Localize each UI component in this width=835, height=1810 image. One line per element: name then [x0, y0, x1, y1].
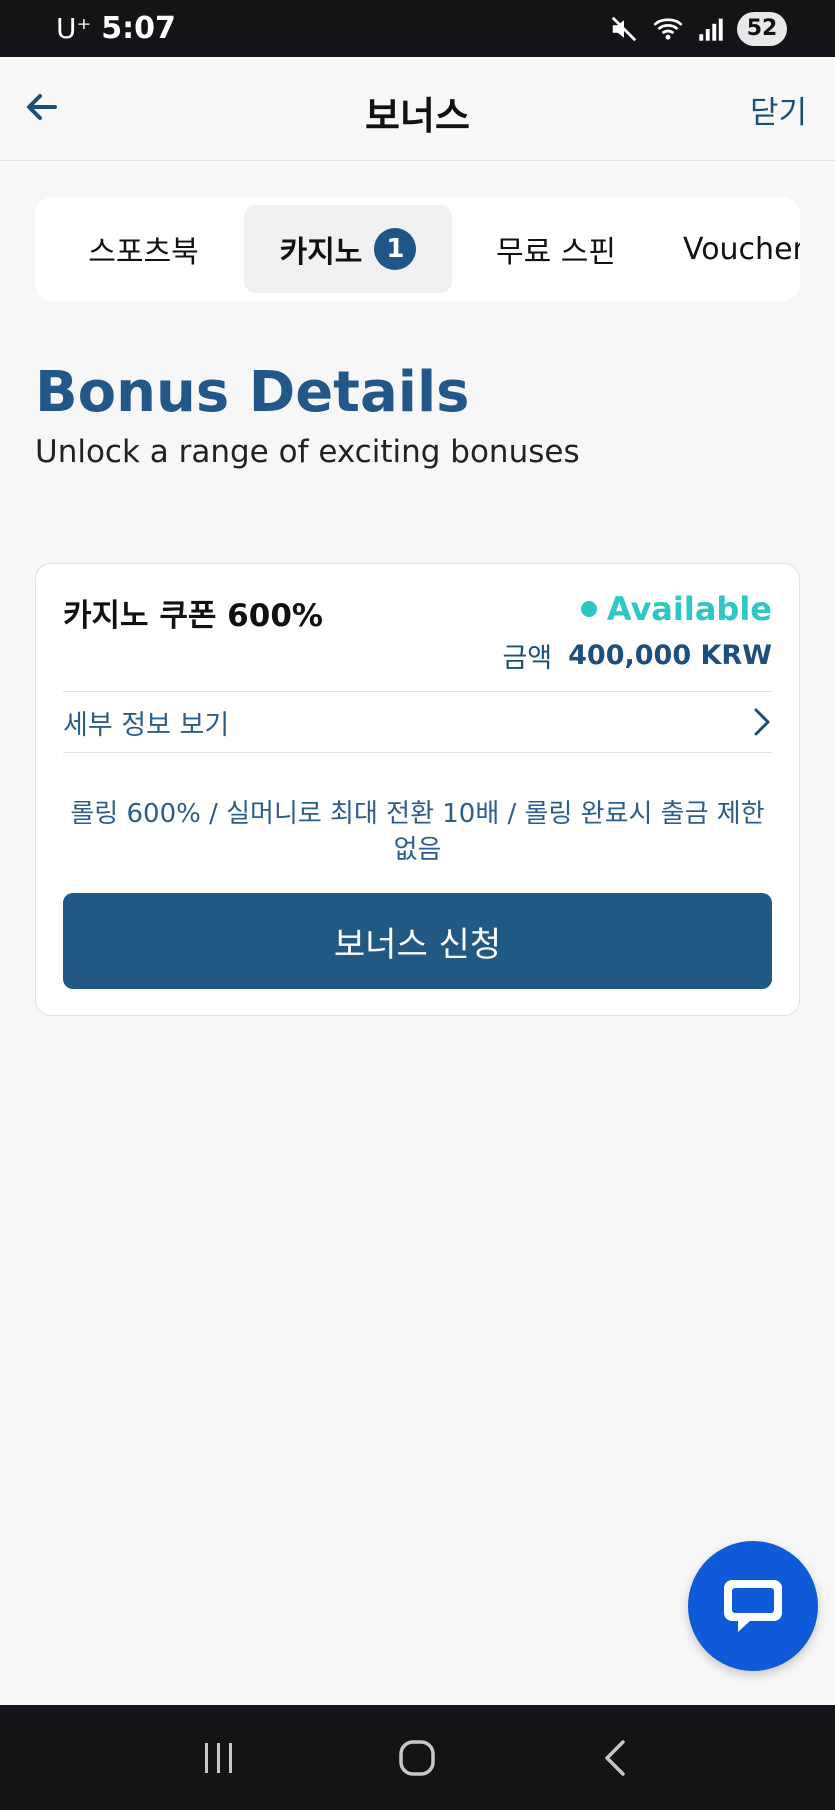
status-dot-icon [580, 601, 597, 617]
wifi-icon [653, 17, 683, 40]
status-right: 52 [609, 11, 787, 46]
bonus-amount: 금액 400,000 KRW [502, 636, 772, 675]
amount-label: 금액 [502, 643, 553, 674]
tab-label: 카지노 [279, 235, 363, 270]
recent-apps-button[interactable] [189, 1728, 249, 1788]
mute-icon [611, 16, 637, 41]
close-button[interactable]: 닫기 [750, 87, 807, 132]
chevron-right-icon [754, 708, 770, 736]
view-details-link[interactable]: 세부 정보 보기 [63, 692, 772, 752]
recents-icon [205, 1742, 233, 1773]
tab-label: 스포츠북 [88, 235, 199, 270]
details-label: 세부 정보 보기 [63, 709, 230, 741]
section-title: Bonus Details [35, 360, 470, 425]
system-nav-bar [0, 1705, 835, 1810]
clock: 5:07 [101, 11, 176, 46]
tab-casino[interactable]: 카지노 1 [244, 205, 452, 293]
system-back-button[interactable] [586, 1728, 646, 1788]
app-header: 보너스 닫기 [0, 57, 835, 161]
tab-label: Voucher [683, 231, 800, 267]
tab-free-spins[interactable]: 무료 스핀 [452, 205, 660, 293]
count-badge: 1 [374, 228, 417, 270]
apply-bonus-button[interactable]: 보너스 신청 [63, 893, 772, 989]
battery-indicator: 52 [737, 11, 787, 46]
carrier-label: U⁺ [56, 12, 92, 45]
home-icon [399, 1739, 436, 1776]
status-badge: Available [580, 590, 772, 628]
status-left: U⁺ 5:07 [56, 11, 176, 46]
bonus-description: 롤링 600% / 실머니로 최대 전환 10배 / 롤링 완료시 출금 제한 … [70, 799, 765, 865]
bonus-title: 카지노 쿠폰 600% [63, 598, 323, 634]
bonus-card: 카지노 쿠폰 600% Available 금액 400,000 KRW 세부 … [35, 563, 800, 1016]
chat-bubble-icon [724, 1580, 782, 1632]
bonus-tabs: 스포츠북 카지노 1 무료 스핀 Voucher [35, 197, 800, 301]
chat-button[interactable] [688, 1541, 818, 1671]
amount-value: 400,000 KRW [568, 640, 772, 671]
status-label: Available [606, 590, 772, 628]
page-title: 보너스 [365, 94, 470, 138]
section-subtitle: Unlock a range of exciting bonuses [35, 434, 580, 470]
signal-icon [699, 18, 723, 41]
tab-label: 무료 스핀 [496, 235, 616, 270]
tab-voucher[interactable]: Voucher [660, 205, 800, 293]
status-bar: U⁺ 5:07 52 [0, 0, 835, 57]
home-button[interactable] [387, 1728, 447, 1788]
tab-sportsbook[interactable]: 스포츠북 [43, 205, 244, 293]
divider [63, 752, 772, 753]
chevron-left-icon [605, 1739, 625, 1776]
